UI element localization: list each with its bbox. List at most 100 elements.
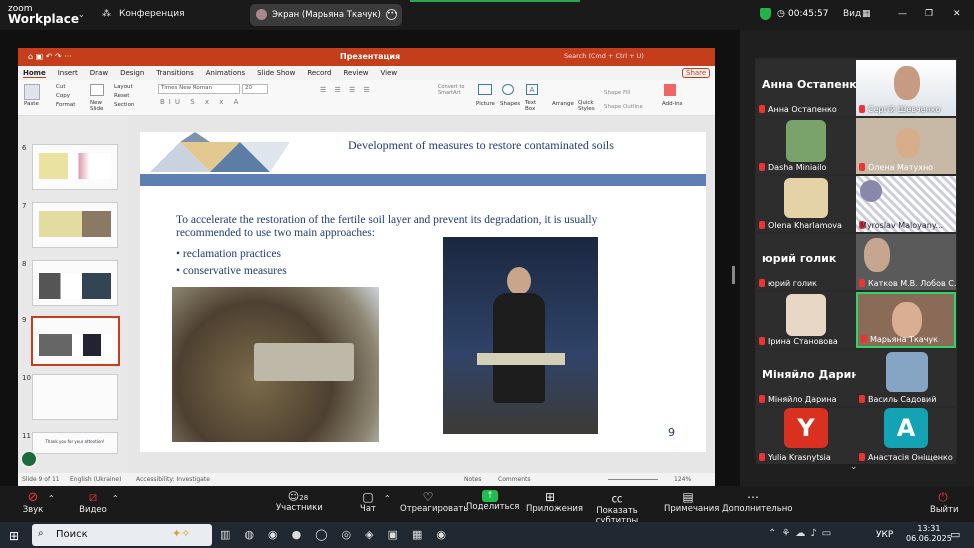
audio-options-chevron-icon[interactable]: ⌃ xyxy=(48,494,55,503)
leave-button[interactable]: ⏻ Выйти xyxy=(930,490,959,515)
quick-styles-label[interactable]: Quick Styles xyxy=(578,100,598,112)
paste-icon[interactable] xyxy=(24,84,40,100)
accessibility-status[interactable]: Accessibility: Investigate xyxy=(136,476,210,483)
addins-icon[interactable] xyxy=(664,84,676,96)
zoom-level[interactable]: 124% xyxy=(674,476,691,483)
tab-insert[interactable]: Insert xyxy=(58,69,78,78)
captions-button[interactable]: ㏄ Показать субтитры xyxy=(582,490,652,526)
notes-icon: ▤ xyxy=(682,490,694,504)
shapes-label[interactable]: Shapes xyxy=(500,101,520,107)
slide-thumbnail[interactable] xyxy=(32,202,118,248)
audio-button[interactable]: ⊘ Звук xyxy=(20,490,46,515)
tab-view[interactable]: View xyxy=(380,69,397,78)
font-family-select[interactable]: Times New Roman xyxy=(158,84,240,94)
screen-share-pill[interactable]: Экран (Марьяна Ткачук) ••• xyxy=(250,4,402,26)
zoom-slider[interactable] xyxy=(608,479,658,480)
restore-icon[interactable]: ❐ xyxy=(925,9,933,19)
shape-outline-button[interactable]: Shape Outline xyxy=(604,100,643,114)
participant-tile[interactable]: юрий голик юрий голик xyxy=(756,234,856,290)
participant-tile[interactable]: Міняйло Дарина Міняйло Дарина xyxy=(756,350,856,406)
comments-button[interactable]: Comments xyxy=(498,476,531,483)
video-options-chevron-icon[interactable]: ⌃ xyxy=(112,494,119,503)
textbox-label[interactable]: Text Box xyxy=(525,100,541,112)
participant-tile[interactable]: Сергій Шевченко xyxy=(856,60,956,116)
system-tray-icons[interactable]: ⌃⚘☁♪▭ xyxy=(768,528,836,539)
participant-tile[interactable]: Катков М.В. Лобов С.О. xyxy=(856,234,956,290)
convert-smartart[interactable]: Convert to SmartArt xyxy=(438,84,470,96)
view-menu[interactable]: Вид xyxy=(843,9,861,19)
tab-home[interactable]: Home xyxy=(23,69,46,78)
tab-draw[interactable]: Draw xyxy=(90,69,108,78)
react-button[interactable]: ♡ Отреагировать xyxy=(400,490,468,514)
minimize-icon[interactable]: — xyxy=(898,9,907,19)
tab-animations[interactable]: Animations xyxy=(206,69,245,78)
notes-meeting-button[interactable]: ▤ Примечания xyxy=(664,490,719,514)
arrange-label[interactable]: Arrange xyxy=(552,101,574,107)
tab-slide-show[interactable]: Slide Show xyxy=(257,69,295,78)
notifications-icon[interactable]: ▭ xyxy=(950,528,960,541)
shape-fill-button[interactable]: Shape Fill xyxy=(604,86,643,100)
chat-button[interactable]: ▢ Чат xyxy=(356,490,380,514)
taskbar-search[interactable]: ⌕ Поиск ✦✧ xyxy=(32,524,212,546)
participant-tile[interactable]: A Анастасія Оніщенко xyxy=(856,408,956,464)
taskbar-app-icons[interactable]: ▥◍◉●◯◎◈▣▦◉ xyxy=(220,528,460,541)
close-icon[interactable]: ✕ xyxy=(953,9,961,19)
share-button[interactable]: Share xyxy=(682,68,711,78)
cut-button[interactable]: Cut xyxy=(56,83,75,92)
annotate-icon[interactable] xyxy=(20,450,38,468)
reset-button[interactable]: Reset xyxy=(114,92,134,101)
participant-tile[interactable]: Олена Матухно xyxy=(856,118,956,174)
participant-tile[interactable]: Ірина Становова xyxy=(756,292,856,348)
participant-tile[interactable]: Myroslav Maloyany... xyxy=(856,176,956,232)
tab-record[interactable]: Record xyxy=(307,69,331,78)
tab-review[interactable]: Review xyxy=(344,69,369,78)
more-button[interactable]: ⋯ Дополнительно xyxy=(722,490,793,514)
font-format-buttons[interactable]: BIU S x x A xyxy=(160,98,242,106)
notes-button[interactable]: Notes xyxy=(464,476,481,483)
textbox-icon[interactable]: A xyxy=(526,84,538,95)
chat-options-chevron-icon[interactable]: ⌃ xyxy=(384,494,391,503)
addins-label[interactable]: Add-ins xyxy=(662,101,683,107)
slide-thumbnail[interactable] xyxy=(32,260,118,306)
shield-icon[interactable] xyxy=(760,8,771,20)
participant-tile[interactable]: Olena Kharlamova xyxy=(756,176,856,232)
conference-label[interactable]: Конференция xyxy=(119,9,185,19)
paragraph-buttons[interactable]: ☰ ☰ ☰ ☰ xyxy=(320,86,373,94)
picture-label[interactable]: Picture xyxy=(476,101,495,107)
slide-thumbnail[interactable]: Thank you for your attention! xyxy=(32,432,118,454)
new-slide-label[interactable]: New Slide xyxy=(90,100,110,112)
font-size-select[interactable]: 20 xyxy=(242,84,268,94)
video-button[interactable]: ⧄ Видео xyxy=(78,490,108,515)
tab-design[interactable]: Design xyxy=(120,69,144,78)
paste-label[interactable]: Paste xyxy=(24,101,39,107)
input-language[interactable]: УКР xyxy=(876,530,893,540)
slide-thumbnail-selected[interactable] xyxy=(31,316,120,366)
share-screen-button[interactable]: ↑ Поделиться xyxy=(466,490,519,512)
copy-button[interactable]: Copy xyxy=(56,92,75,101)
participant-tile[interactable]: Анна Остапенко Анна Остапенко xyxy=(756,60,856,116)
participants-button[interactable]: ☺28 Участники xyxy=(276,490,323,513)
shapes-icon[interactable] xyxy=(502,84,514,95)
tab-transitions[interactable]: Transitions xyxy=(156,69,194,78)
taskbar-clock[interactable]: 13:31 06.06.2025 xyxy=(906,524,952,544)
section-button[interactable]: Section xyxy=(114,101,134,110)
participant-tile[interactable]: Василь Садовий xyxy=(856,350,956,406)
language-status[interactable]: English (Ukraine) xyxy=(70,476,121,483)
scroll-down-icon[interactable]: ⌄ xyxy=(850,462,858,472)
splitter-handle[interactable] xyxy=(732,266,735,284)
slide-thumbnail[interactable] xyxy=(32,144,118,190)
layout-button[interactable]: Layout xyxy=(114,83,134,92)
picture-icon[interactable] xyxy=(478,84,492,95)
more-options-icon[interactable]: ••• xyxy=(386,9,398,20)
windows-start-icon[interactable]: ⊞ xyxy=(9,529,19,543)
participant-tile-active[interactable]: Марьяна Ткачук xyxy=(856,292,956,348)
format-button[interactable]: Format xyxy=(56,101,75,110)
chevron-down-icon[interactable]: ⌄ xyxy=(78,10,85,19)
slide-thumbnail[interactable] xyxy=(32,374,118,420)
home-icon[interactable]: ⌂ ▣ ↶ ↷ ··· xyxy=(28,52,72,61)
participant-tile[interactable]: Y Yulia Krasnytsia xyxy=(756,408,856,464)
search-input[interactable]: Search (Cmd + Ctrl + U) xyxy=(564,52,644,60)
new-slide-icon[interactable] xyxy=(90,84,104,96)
apps-button[interactable]: ⊞ Приложения xyxy=(526,490,583,514)
participant-tile[interactable]: Dasha Miniailo xyxy=(756,118,856,174)
